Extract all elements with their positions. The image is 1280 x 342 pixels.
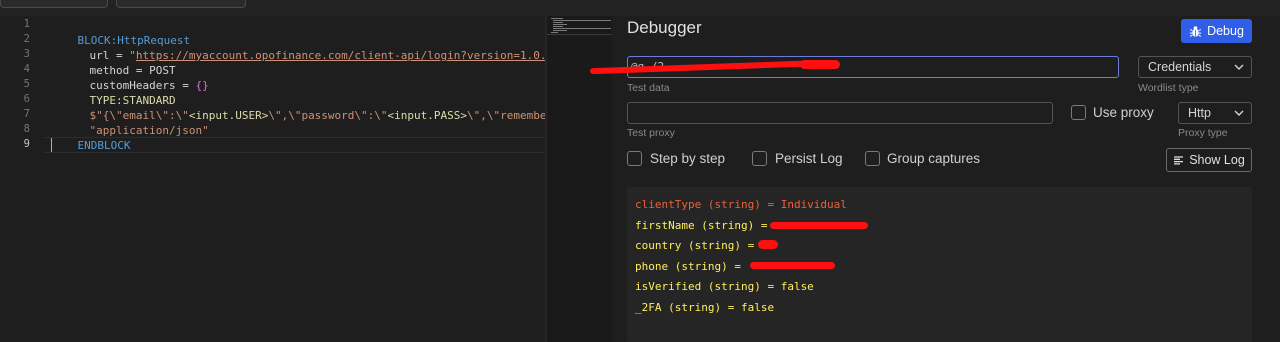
use-proxy-label: Use proxy — [1093, 105, 1154, 120]
url-link[interactable]: https://myaccount.opofinance.com/client-… — [136, 49, 545, 62]
top-toolbar — [0, 0, 1280, 16]
code-line[interactable]: ENDBLOCK — [51, 123, 131, 152]
body-string: \",\"rememberMe — [467, 109, 545, 122]
log-line: isVerified (string) = false — [635, 280, 814, 293]
toolbar-button[interactable] — [0, 0, 108, 8]
minimap-line — [551, 32, 558, 33]
list-icon — [1174, 155, 1184, 165]
code-line[interactable]: method = POST — [63, 48, 176, 77]
group-captures-checkbox[interactable] — [865, 151, 880, 166]
line-number: 5 — [23, 78, 30, 90]
code-line[interactable]: TYPE:STANDARD — [63, 78, 176, 107]
persist-log-checkbox[interactable] — [752, 151, 767, 166]
wordlist-type-value: Credentials — [1148, 60, 1212, 74]
minimap[interactable] — [547, 16, 612, 342]
line-number: 3 — [23, 48, 30, 60]
minimap-line — [553, 24, 567, 25]
line-number: 7 — [23, 108, 30, 120]
panel-title: Debugger — [627, 18, 702, 37]
redaction-mark — [770, 222, 868, 229]
line-number: 1 — [23, 18, 30, 30]
proxy-type-value: Http — [1188, 106, 1211, 120]
persist-log-label: Persist Log — [775, 151, 843, 166]
code-editor[interactable]: 1 2 3 4 5 6 7 8 9 BLOCK:HttpRequest url … — [0, 16, 545, 342]
line-number: 4 — [23, 63, 30, 75]
test-data-caption: Test data — [627, 82, 670, 94]
minimap-line — [553, 26, 563, 27]
input-pass-var: <input.PASS> — [387, 109, 468, 122]
log-line: clientType (string) = Individual — [635, 198, 847, 211]
line-number: 2 — [23, 33, 30, 45]
code-line[interactable]: "application/json" — [63, 108, 209, 137]
proxy-type-select[interactable]: Http — [1178, 102, 1252, 124]
code-line[interactable]: url = "https://myaccount.opofinance.com/… — [63, 33, 546, 62]
step-by-step-checkbox[interactable] — [627, 151, 642, 166]
test-proxy-caption: Test proxy — [627, 127, 675, 139]
chevron-down-icon — [1234, 64, 1244, 70]
minimap-line — [553, 28, 611, 29]
redaction-mark — [758, 240, 778, 249]
log-line: phone (string) = — [635, 260, 748, 273]
show-log-label: Show Log — [1189, 153, 1245, 167]
debug-button-label: Debug — [1207, 24, 1244, 38]
minimap-line — [553, 30, 567, 31]
log-line: country (string) = — [635, 239, 761, 252]
minimap-line — [553, 20, 611, 21]
step-by-step-label: Step by step — [650, 151, 726, 166]
use-proxy-checkbox[interactable] — [1071, 105, 1086, 120]
body-string: \",\"password\":\" — [268, 109, 388, 122]
redaction-mark — [800, 60, 840, 69]
test-proxy-input[interactable] — [627, 102, 1053, 124]
headers-value: {} — [195, 79, 209, 92]
line-number: 6 — [23, 93, 30, 105]
group-captures-label: Group captures — [887, 151, 981, 166]
minimap-viewport — [547, 34, 612, 35]
wordlist-type-select[interactable]: Credentials — [1138, 56, 1252, 78]
minimap-line — [551, 18, 563, 19]
bug-icon — [1189, 25, 1202, 37]
debug-log-output: clientType (string) = Individual firstNa… — [627, 187, 1252, 342]
line-number: 8 — [23, 123, 30, 135]
line-number-gutter: 1 2 3 4 5 6 7 8 9 — [0, 16, 44, 342]
log-line: firstName (string) = — [635, 219, 775, 232]
show-log-button[interactable]: Show Log — [1166, 148, 1252, 172]
minimap-line — [553, 22, 563, 23]
code-line[interactable]: $"{\"email\":\"<input.USER>\",\"password… — [63, 93, 546, 122]
wordlist-type-caption: Wordlist type — [1138, 82, 1199, 94]
proxy-type-caption: Proxy type — [1178, 127, 1228, 139]
log-line: _2FA (string) = false — [635, 301, 775, 314]
line-number: 9 — [23, 138, 30, 150]
toolbar-button[interactable] — [116, 0, 246, 8]
code-line[interactable]: customHeaders = {} — [63, 63, 209, 92]
redaction-mark — [750, 262, 835, 269]
chevron-down-icon — [1234, 110, 1244, 116]
code-line[interactable]: BLOCK:HttpRequest — [51, 18, 191, 47]
endblock-keyword: ENDBLOCK — [77, 139, 131, 152]
debug-button[interactable]: Debug — [1181, 19, 1252, 43]
